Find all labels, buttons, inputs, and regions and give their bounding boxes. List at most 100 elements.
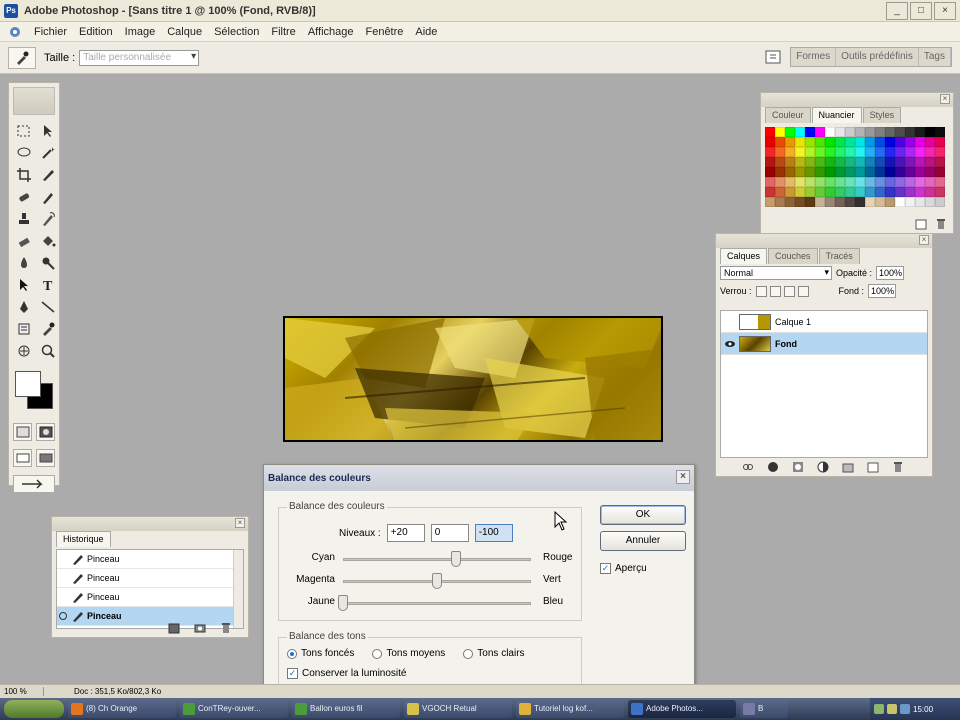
level-magenta-green-input[interactable]: 0 xyxy=(430,524,469,542)
swatch[interactable] xyxy=(835,147,845,157)
swatch[interactable] xyxy=(805,137,815,147)
swatch[interactable] xyxy=(885,137,895,147)
swatch[interactable] xyxy=(865,167,875,177)
tab-historique[interactable]: Historique xyxy=(56,531,111,547)
tray-icon[interactable] xyxy=(874,704,884,714)
swatch[interactable] xyxy=(905,137,915,147)
paint-bucket-icon[interactable] xyxy=(37,231,59,251)
hand-tool-icon[interactable] xyxy=(13,341,35,361)
swatch[interactable] xyxy=(915,187,925,197)
swatch[interactable] xyxy=(855,167,865,177)
crop-tool-icon[interactable] xyxy=(13,165,35,185)
cancel-button[interactable]: Annuler xyxy=(600,531,686,551)
swatch[interactable] xyxy=(765,187,775,197)
swatch[interactable] xyxy=(785,137,795,147)
swatch[interactable] xyxy=(895,187,905,197)
taskbar-item[interactable]: Adobe Photos... xyxy=(628,700,736,718)
close-button[interactable]: × xyxy=(934,2,956,20)
layers-panel-header[interactable]: × xyxy=(716,234,932,248)
swatch[interactable] xyxy=(845,127,855,137)
swatch-grid[interactable] xyxy=(765,127,949,207)
swatch[interactable] xyxy=(935,187,945,197)
swatch[interactable] xyxy=(915,177,925,187)
brush-tool-icon[interactable] xyxy=(37,187,59,207)
swatch[interactable] xyxy=(905,197,915,207)
taskbar-item[interactable]: Ballon euros fil xyxy=(292,700,400,718)
lock-transparency-icon[interactable] xyxy=(755,285,767,297)
swatch[interactable] xyxy=(765,177,775,187)
swatch[interactable] xyxy=(795,167,805,177)
menu-fichier[interactable]: Fichier xyxy=(28,26,73,38)
menu-fenetre[interactable]: Fenêtre xyxy=(359,26,409,38)
ok-button[interactable]: OK xyxy=(600,505,686,525)
delete-layer-icon[interactable] xyxy=(892,461,904,473)
level-cyan-red-input[interactable]: +20 xyxy=(386,524,425,542)
radio-tons-clairs[interactable]: Tons clairs xyxy=(463,648,525,659)
slider-thumb[interactable] xyxy=(432,573,442,589)
menu-selection[interactable]: Sélection xyxy=(208,26,265,38)
swatch[interactable] xyxy=(935,147,945,157)
dialog-title-bar[interactable]: Balance des couleurs × xyxy=(264,465,694,491)
swatch[interactable] xyxy=(805,197,815,207)
swatch[interactable] xyxy=(805,177,815,187)
swatch[interactable] xyxy=(785,187,795,197)
menu-edition[interactable]: Edition xyxy=(73,26,119,38)
swatch[interactable] xyxy=(855,147,865,157)
swatch[interactable] xyxy=(855,157,865,167)
swatch[interactable] xyxy=(875,127,885,137)
lock-position-icon[interactable] xyxy=(783,285,795,297)
preview-row[interactable]: ✓ Aperçu xyxy=(600,563,647,574)
swatch[interactable] xyxy=(795,137,805,147)
swatch[interactable] xyxy=(865,147,875,157)
swatch[interactable] xyxy=(795,187,805,197)
history-item[interactable]: Pinceau xyxy=(57,569,243,588)
zoom-field[interactable]: 100 % xyxy=(0,687,44,696)
menu-filtre[interactable]: Filtre xyxy=(265,26,301,38)
layer-mask-icon[interactable] xyxy=(792,461,804,473)
swatch[interactable] xyxy=(935,127,945,137)
slider-thumb[interactable] xyxy=(450,551,461,567)
swatch[interactable] xyxy=(805,187,815,197)
swatch[interactable] xyxy=(775,187,785,197)
layer-style-icon[interactable] xyxy=(767,461,779,473)
eye-icon[interactable] xyxy=(721,340,739,348)
radio-button[interactable] xyxy=(287,648,297,659)
swatch[interactable] xyxy=(915,157,925,167)
zoom-tool-icon[interactable] xyxy=(37,341,59,361)
delete-swatch-icon[interactable] xyxy=(935,218,947,230)
swatch[interactable] xyxy=(785,197,795,207)
history-source-icon[interactable] xyxy=(57,611,69,621)
lock-all-icon[interactable] xyxy=(797,285,809,297)
preview-checkbox[interactable]: ✓ xyxy=(600,563,611,574)
swatch[interactable] xyxy=(925,147,935,157)
swatch[interactable] xyxy=(855,177,865,187)
swatch[interactable] xyxy=(935,177,945,187)
swatch[interactable] xyxy=(895,137,905,147)
new-group-icon[interactable] xyxy=(842,461,854,473)
swatch[interactable] xyxy=(785,127,795,137)
swatch[interactable] xyxy=(845,187,855,197)
swatch[interactable] xyxy=(835,167,845,177)
swatch[interactable] xyxy=(865,137,875,147)
blend-mode-select[interactable]: Normal xyxy=(720,266,832,280)
swatch[interactable] xyxy=(885,197,895,207)
swatch[interactable] xyxy=(835,187,845,197)
clone-stamp-icon[interactable] xyxy=(13,209,35,229)
swatch[interactable] xyxy=(775,157,785,167)
swatch[interactable] xyxy=(855,197,865,207)
notes-tool-icon[interactable] xyxy=(13,319,35,339)
swatch[interactable] xyxy=(795,147,805,157)
menu-aide[interactable]: Aide xyxy=(409,26,443,38)
swatch[interactable] xyxy=(795,127,805,137)
swatch[interactable] xyxy=(925,127,935,137)
swatch[interactable] xyxy=(885,187,895,197)
layer-row[interactable]: Calque 1 xyxy=(721,311,927,333)
swatch[interactable] xyxy=(895,177,905,187)
history-brush-icon[interactable] xyxy=(37,209,59,229)
tab-nuancier[interactable]: Nuancier xyxy=(811,107,862,123)
menu-affichage[interactable]: Affichage xyxy=(302,26,360,38)
preserve-luminosity-checkbox[interactable]: ✓ xyxy=(287,668,298,679)
blur-tool-icon[interactable] xyxy=(13,253,35,273)
tool-preset-picker[interactable] xyxy=(8,46,36,69)
swatch[interactable] xyxy=(765,137,775,147)
